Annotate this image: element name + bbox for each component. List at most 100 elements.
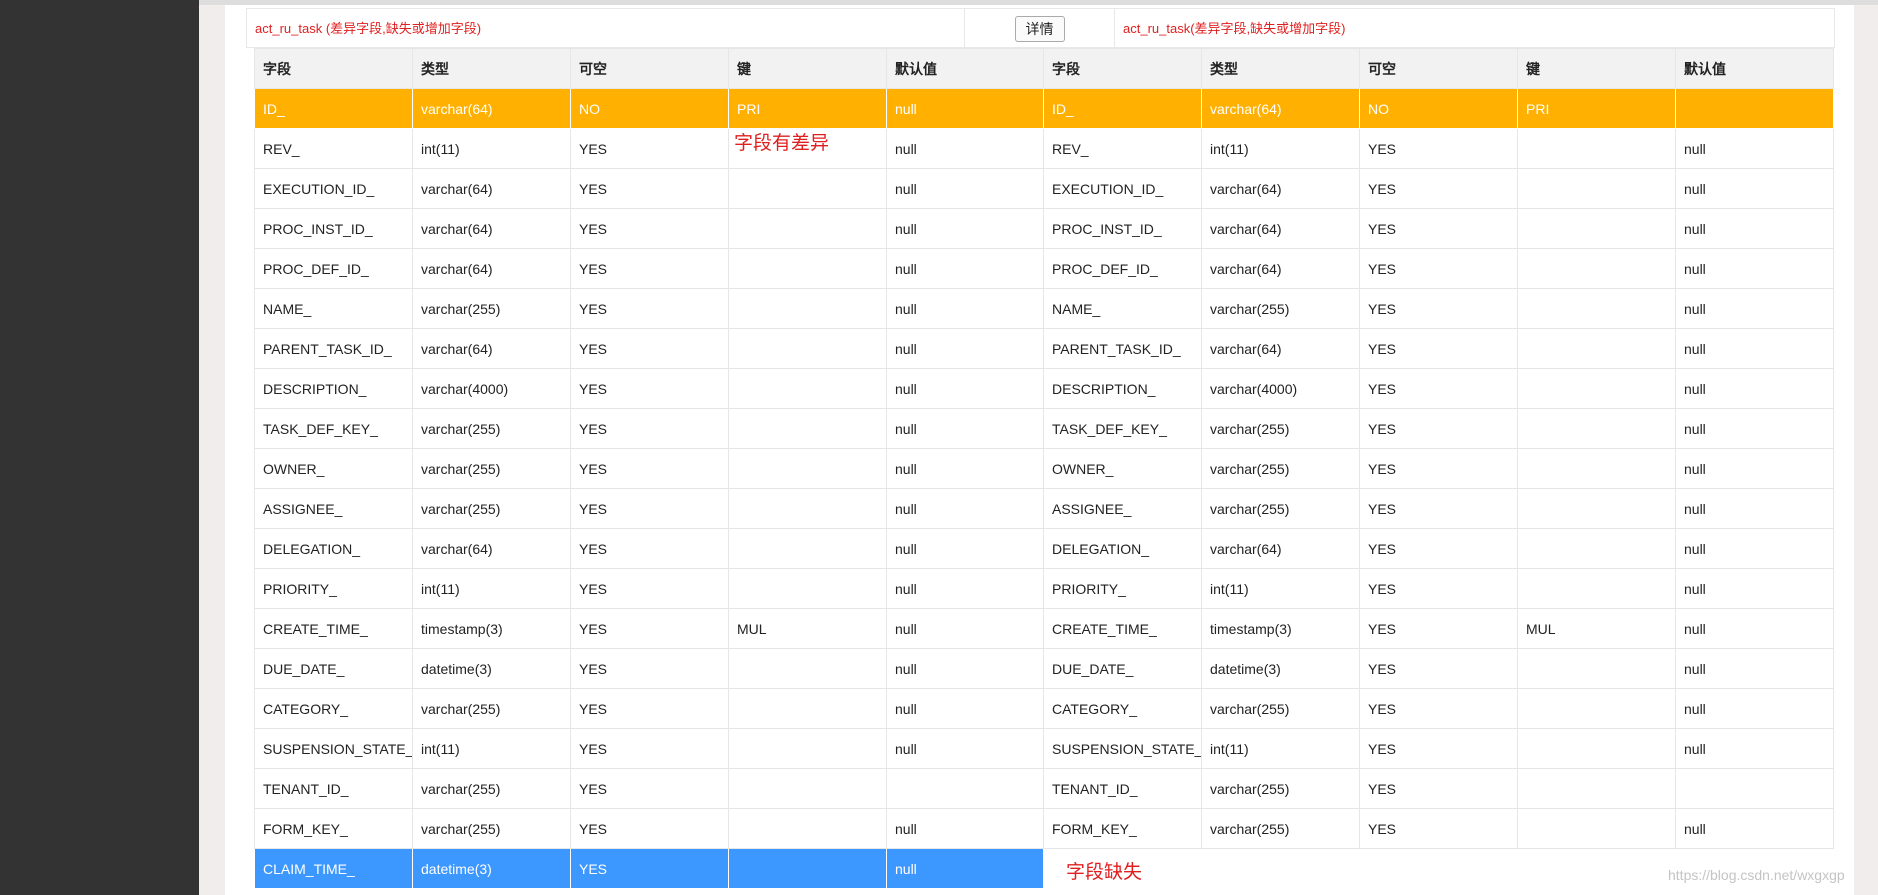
detail-button[interactable]: 详情 <box>1014 16 1065 42</box>
table-row[interactable]: EXECUTION_ID_ varchar(64) YES null <box>1043 168 1834 209</box>
cell-field: CLAIM_TIME_ <box>254 848 413 889</box>
table-row[interactable]: DELEGATION_ varchar(64) YES null <box>254 528 1044 569</box>
cell-type <box>1201 848 1360 889</box>
cell-default: null <box>886 848 1044 889</box>
cell-nullable: YES <box>570 408 729 449</box>
cell-field: PRIORITY_ <box>254 568 413 609</box>
table-row[interactable]: CATEGORY_ varchar(255) YES null <box>254 688 1044 729</box>
table-row[interactable]: TENANT_ID_ varchar(255) YES <box>1043 768 1834 809</box>
table-row[interactable]: PROC_DEF_ID_ varchar(64) YES null <box>254 248 1044 289</box>
table-row[interactable]: OWNER_ varchar(255) YES null <box>1043 448 1834 489</box>
cell-default: null <box>1675 728 1834 769</box>
table-row[interactable]: NAME_ varchar(255) YES null <box>254 288 1044 329</box>
table-row[interactable]: DUE_DATE_ datetime(3) YES null <box>1043 648 1834 689</box>
table-row[interactable]: EXECUTION_ID_ varchar(64) YES null <box>254 168 1044 209</box>
detail-cell: 详情 <box>965 9 1115 49</box>
table-row[interactable]: TENANT_ID_ varchar(255) YES <box>254 768 1044 809</box>
cell-type: varchar(255) <box>412 488 571 529</box>
cell-type: varchar(255) <box>412 448 571 489</box>
table-row[interactable]: DELEGATION_ varchar(64) YES null <box>1043 528 1834 569</box>
cell-key: PRI <box>1517 88 1676 129</box>
table-row[interactable]: PROC_INST_ID_ varchar(64) YES null <box>1043 208 1834 249</box>
cell-field: PROC_DEF_ID_ <box>254 248 413 289</box>
cell-field: TASK_DEF_KEY_ <box>1043 408 1202 449</box>
table-row[interactable]: PRIORITY_ int(11) YES null <box>1043 568 1834 609</box>
cell-key <box>1517 848 1676 889</box>
cell-nullable: YES <box>1359 688 1518 729</box>
cell-field: ID_ <box>1043 88 1202 129</box>
cell-type: timestamp(3) <box>1201 608 1360 649</box>
cell-type: int(11) <box>1201 568 1360 609</box>
table-row[interactable]: PROC_INST_ID_ varchar(64) YES null <box>254 208 1044 249</box>
cell-nullable: YES <box>570 168 729 209</box>
table-row[interactable]: ASSIGNEE_ varchar(255) YES null <box>254 488 1044 529</box>
cell-field: EXECUTION_ID_ <box>254 168 413 209</box>
cell-type: varchar(64) <box>1201 528 1360 569</box>
table-row[interactable]: CATEGORY_ varchar(255) YES null <box>1043 688 1834 729</box>
cell-field: PARENT_TASK_ID_ <box>254 328 413 369</box>
cell-nullable: YES <box>1359 608 1518 649</box>
table-row[interactable]: FORM_KEY_ varchar(255) YES null <box>254 808 1044 849</box>
table-row[interactable]: REV_ int(11) YES null <box>1043 128 1834 169</box>
table-row[interactable]: FORM_KEY_ varchar(255) YES null <box>1043 808 1834 849</box>
table-row[interactable]: SUSPENSION_STATE_ int(11) YES null <box>1043 728 1834 769</box>
table-row[interactable]: PARENT_TASK_ID_ varchar(64) YES null <box>1043 328 1834 369</box>
cell-nullable: NO <box>570 88 729 129</box>
table-row[interactable]: CREATE_TIME_ timestamp(3) YES MUL null <box>254 608 1044 649</box>
table-row[interactable]: DESCRIPTION_ varchar(4000) YES null <box>254 368 1044 409</box>
cell-field: DESCRIPTION_ <box>254 368 413 409</box>
cell-type: varchar(255) <box>1201 288 1360 329</box>
cell-nullable: YES <box>570 208 729 249</box>
cell-type: varchar(255) <box>412 288 571 329</box>
cell-field: NAME_ <box>1043 288 1202 329</box>
table-row[interactable]: REV_ int(11) YES null <box>254 128 1044 169</box>
cell-default: null <box>1675 288 1834 329</box>
right-table-title: act_ru_task(差异字段,缺失或增加字段) <box>1123 21 1346 36</box>
table-row[interactable]: PRIORITY_ int(11) YES null <box>254 568 1044 609</box>
table-row[interactable]: PARENT_TASK_ID_ varchar(64) YES null <box>254 328 1044 369</box>
cell-default: null <box>886 208 1044 249</box>
cell-nullable: YES <box>570 288 729 329</box>
cell-nullable: YES <box>570 248 729 289</box>
cell-default: null <box>1675 128 1834 169</box>
table-row[interactable]: ID_ varchar(64) NO PRI <box>1043 88 1834 129</box>
cell-default: null <box>1675 408 1834 449</box>
table-row[interactable]: ASSIGNEE_ varchar(255) YES null <box>1043 488 1834 529</box>
cell-default <box>1675 768 1834 809</box>
cell-key <box>1517 368 1676 409</box>
cell-default: null <box>886 688 1044 729</box>
cell-field <box>1043 848 1202 889</box>
cell-nullable: YES <box>570 448 729 489</box>
cell-field: TENANT_ID_ <box>1043 768 1202 809</box>
cell-default: null <box>886 448 1044 489</box>
cell-key <box>728 808 887 849</box>
table-row[interactable]: OWNER_ varchar(255) YES null <box>254 448 1044 489</box>
table-row[interactable]: ID_ varchar(64) NO PRI null <box>254 88 1044 129</box>
table-row[interactable]: TASK_DEF_KEY_ varchar(255) YES null <box>254 408 1044 449</box>
cell-key <box>728 488 887 529</box>
cell-type: varchar(255) <box>1201 488 1360 529</box>
cell-type: varchar(64) <box>412 168 571 209</box>
cell-type: int(11) <box>412 128 571 169</box>
table-row[interactable]: CLAIM_TIME_ datetime(3) YES null <box>254 848 1044 889</box>
table-row[interactable]: TASK_DEF_KEY_ varchar(255) YES null <box>1043 408 1834 449</box>
cell-nullable <box>1359 848 1518 889</box>
cell-type: datetime(3) <box>412 848 571 889</box>
cell-key <box>1517 168 1676 209</box>
cell-nullable: YES <box>1359 168 1518 209</box>
cell-type: varchar(64) <box>1201 208 1360 249</box>
table-row[interactable]: PROC_DEF_ID_ varchar(64) YES null <box>1043 248 1834 289</box>
cell-nullable: NO <box>1359 88 1518 129</box>
table-row[interactable]: SUSPENSION_STATE_ int(11) YES null <box>254 728 1044 769</box>
cell-type: varchar(255) <box>1201 448 1360 489</box>
cell-default: null <box>1675 368 1834 409</box>
cell-field: REV_ <box>254 128 413 169</box>
left-table-title: act_ru_task (差异字段,缺失或增加字段) <box>247 9 965 49</box>
cell-nullable: YES <box>570 848 729 889</box>
table-row[interactable]: DUE_DATE_ datetime(3) YES null <box>254 648 1044 689</box>
table-row[interactable]: CREATE_TIME_ timestamp(3) YES MUL null <box>1043 608 1834 649</box>
cell-default <box>886 768 1044 809</box>
cell-field: EXECUTION_ID_ <box>1043 168 1202 209</box>
table-row[interactable]: DESCRIPTION_ varchar(4000) YES null <box>1043 368 1834 409</box>
table-row[interactable]: NAME_ varchar(255) YES null <box>1043 288 1834 329</box>
